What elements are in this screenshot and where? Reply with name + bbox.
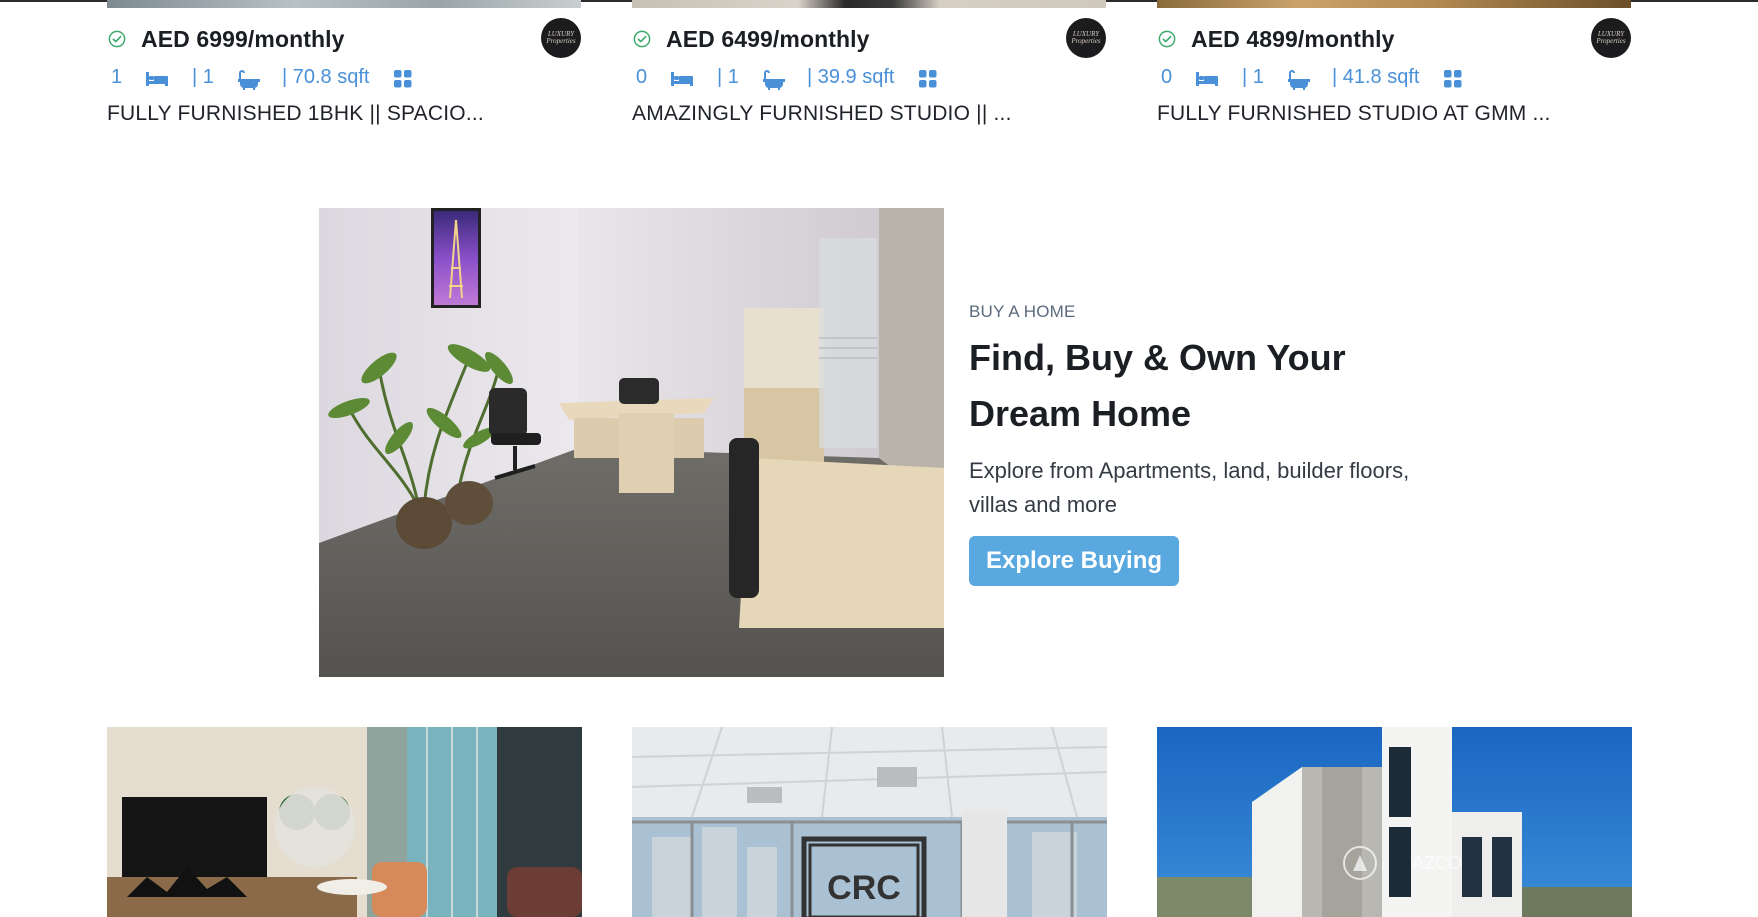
office-room-photo bbox=[319, 208, 944, 677]
bath-icon bbox=[1288, 70, 1310, 90]
agency-logo-icon[interactable]: LUXURY Properties bbox=[541, 18, 581, 58]
area-size: | 39.9 sqft bbox=[807, 66, 895, 88]
bath-count: | 1 bbox=[717, 66, 739, 88]
watermark-text: AZCO bbox=[1412, 853, 1462, 873]
listing-title[interactable]: FULLY FURNISHED 1BHK || SPACIO... bbox=[107, 102, 484, 126]
bed-icon bbox=[671, 72, 693, 86]
bath-count: | 1 bbox=[192, 66, 214, 88]
area-size: | 70.8 sqft bbox=[282, 66, 370, 88]
listing-card[interactable] bbox=[107, 727, 582, 917]
verified-check-icon bbox=[1158, 30, 1176, 48]
listing-title[interactable]: FULLY FURNISHED STUDIO AT GMM ... bbox=[1157, 102, 1551, 126]
bed-count: 0 bbox=[1161, 66, 1173, 88]
verified-check-icon bbox=[108, 30, 126, 48]
bath-icon bbox=[763, 70, 785, 90]
bed-count: 1 bbox=[111, 66, 123, 88]
listing-card[interactable]: AED 4899/monthly LUXURY Properties 0 | 1 … bbox=[1157, 0, 1631, 140]
listing-image[interactable] bbox=[1157, 0, 1631, 8]
verified-check-icon bbox=[633, 30, 651, 48]
listing-image[interactable] bbox=[107, 0, 581, 8]
listing-card[interactable]: AED 6499/monthly LUXURY Properties 0 | 1 … bbox=[632, 0, 1106, 140]
bath-count: | 1 bbox=[1242, 66, 1264, 88]
listing-image[interactable] bbox=[632, 0, 1106, 8]
section-eyebrow: BUY A HOME bbox=[969, 302, 1076, 321]
watermark-text: CRC bbox=[827, 869, 901, 907]
explore-buying-button[interactable]: Explore Buying bbox=[969, 536, 1179, 586]
listing-price: AED 6999/monthly bbox=[141, 26, 345, 52]
agency-logo-icon[interactable]: LUXURY Properties bbox=[1591, 18, 1631, 58]
bed-icon bbox=[146, 72, 168, 86]
listing-card[interactable]: AED 6999/monthly LUXURY Properties 1 | 1 … bbox=[107, 0, 581, 140]
section-headline: Find, Buy & Own Your Dream Home bbox=[969, 337, 1346, 434]
listing-price: AED 4899/monthly bbox=[1191, 26, 1395, 52]
listing-image[interactable]: AZCO bbox=[1157, 727, 1632, 917]
listing-image[interactable]: CRC bbox=[632, 727, 1107, 917]
bed-icon bbox=[1196, 72, 1218, 86]
listing-card[interactable]: CRC bbox=[632, 727, 1107, 917]
listing-card[interactable]: AZCO bbox=[1157, 727, 1632, 917]
grid-icon bbox=[919, 70, 937, 88]
bath-icon bbox=[238, 70, 260, 90]
listing-title[interactable]: AMAZINGLY FURNISHED STUDIO || ... bbox=[632, 102, 1012, 126]
grid-icon bbox=[1444, 70, 1462, 88]
listing-image[interactable] bbox=[107, 727, 582, 917]
area-size: | 41.8 sqft bbox=[1332, 66, 1420, 88]
grid-icon bbox=[394, 70, 412, 88]
listing-price: AED 6499/monthly bbox=[666, 26, 870, 52]
agency-logo-icon[interactable]: LUXURY Properties bbox=[1066, 18, 1106, 58]
bed-count: 0 bbox=[636, 66, 648, 88]
section-description: Explore from Apartments, land, builder f… bbox=[969, 458, 1410, 517]
